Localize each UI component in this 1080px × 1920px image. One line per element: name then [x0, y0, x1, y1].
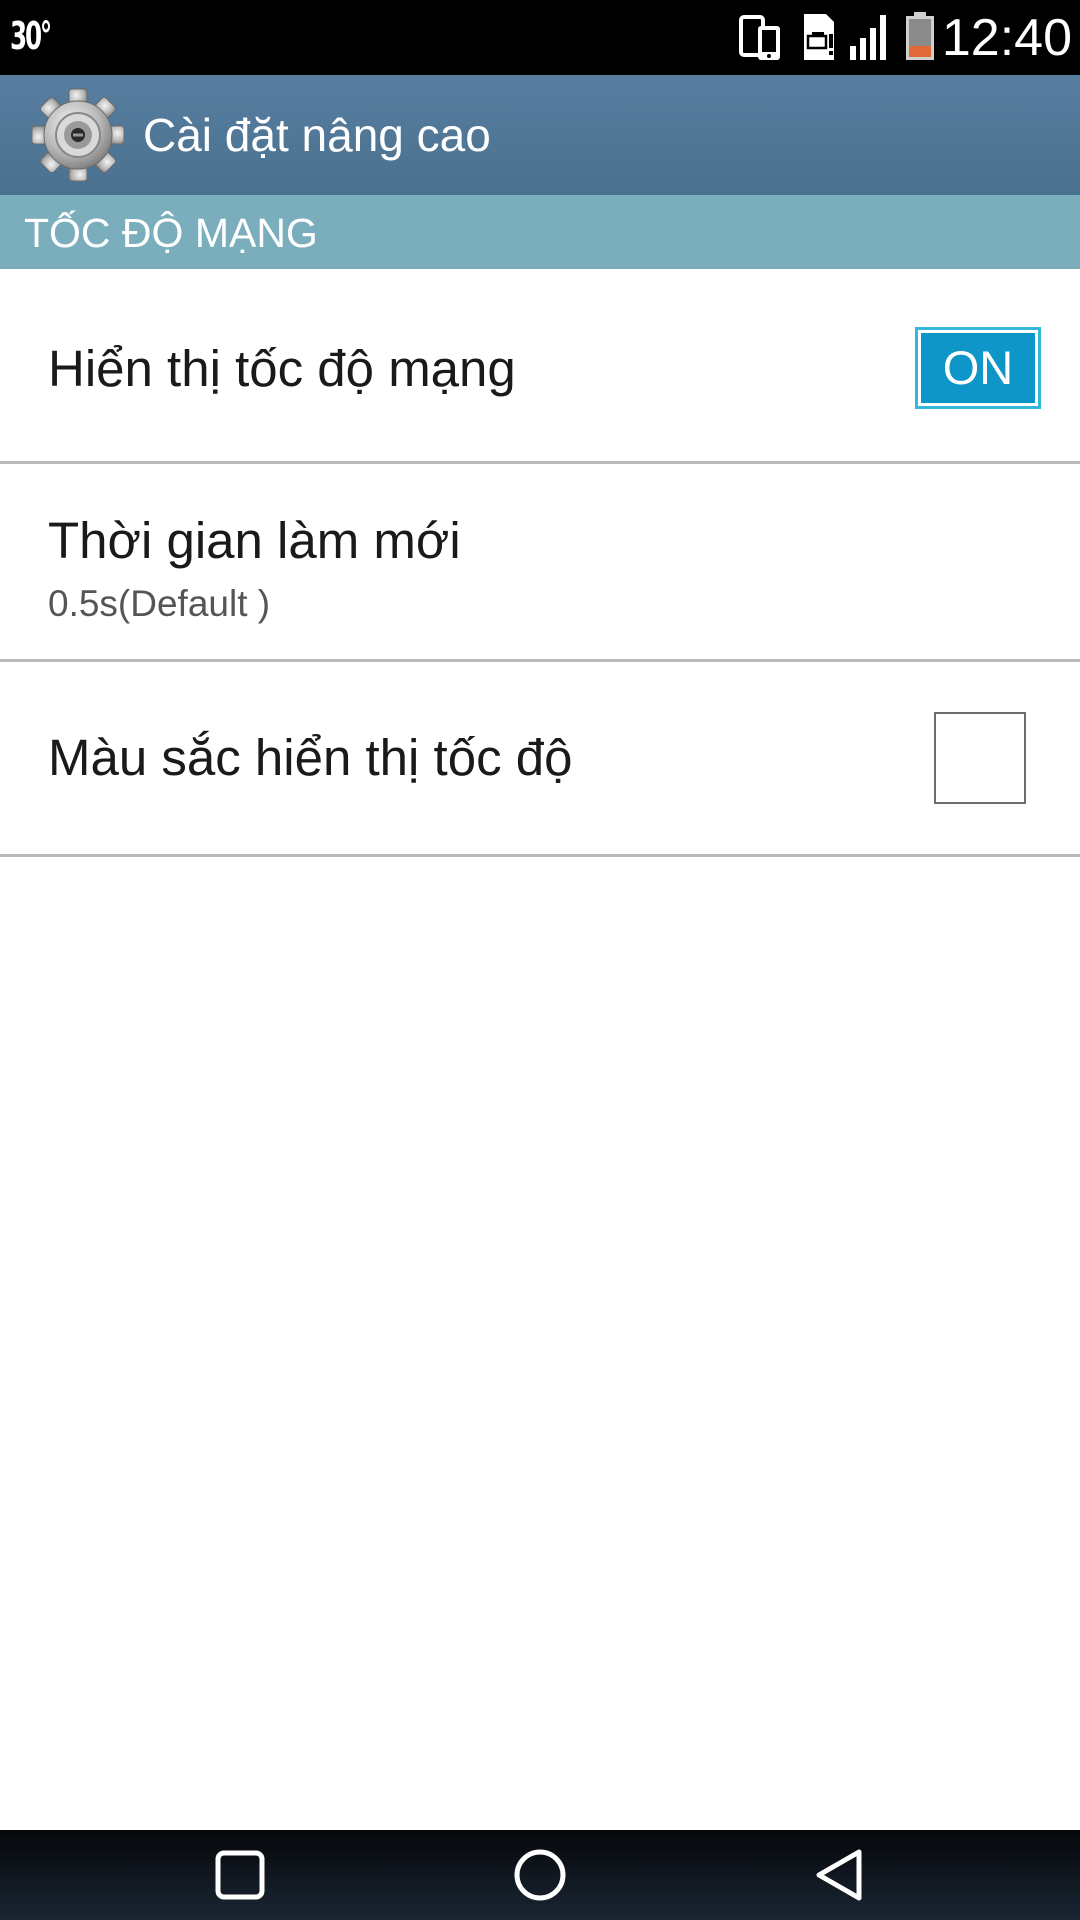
- sd-card-icon: [804, 14, 834, 60]
- back-icon[interactable]: [807, 1842, 873, 1908]
- setting-title: Thời gian làm mới: [48, 512, 461, 569]
- temperature-indicator: 30°: [10, 14, 52, 58]
- recent-apps-icon[interactable]: [207, 1842, 273, 1908]
- setting-title: Màu sắc hiển thị tốc độ: [48, 729, 573, 786]
- section-title: TỐC ĐỘ MẠNG: [24, 210, 318, 256]
- show-speed-toggle[interactable]: ON: [915, 327, 1041, 409]
- setting-summary: 0.5s(Default ): [48, 583, 271, 624]
- signal-icon: [850, 15, 886, 60]
- status-bar: 30° 12:40: [0, 0, 1080, 75]
- setting-speed-color[interactable]: Màu sắc hiển thị tốc độ: [0, 662, 1080, 857]
- clock: 12:40: [941, 9, 1072, 67]
- section-header: TỐC ĐỘ MẠNG: [0, 195, 1080, 269]
- phone-link-icon: [739, 15, 780, 60]
- setting-show-network-speed[interactable]: Hiển thị tốc độ mạng ON: [0, 269, 1080, 464]
- home-icon[interactable]: [507, 1842, 573, 1908]
- setting-refresh-time[interactable]: Thời gian làm mới 0.5s(Default ): [0, 467, 1080, 662]
- battery-low-icon: [906, 12, 934, 60]
- setting-title: Hiển thị tốc độ mạng: [48, 340, 516, 397]
- toggle-label: ON: [921, 333, 1035, 403]
- speed-color-checkbox[interactable]: [934, 712, 1026, 804]
- settings-gear-icon[interactable]: [30, 87, 126, 183]
- action-bar: Cài đặt nâng cao: [0, 75, 1080, 195]
- navigation-bar: [0, 1830, 1080, 1920]
- page-title: Cài đặt nâng cao: [143, 109, 491, 161]
